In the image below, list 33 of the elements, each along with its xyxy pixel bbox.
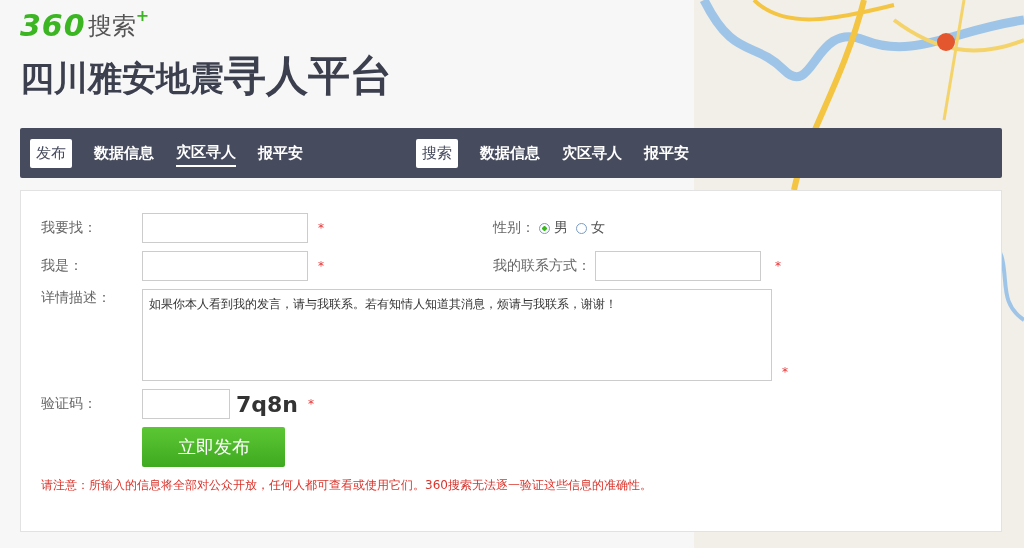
field-label: 我是： (41, 257, 84, 275)
required-mark: * (318, 221, 324, 235)
logo-brand: 360 (20, 8, 86, 44)
nav-link[interactable]: 灾区寻人 (176, 139, 236, 167)
nav-heading: 搜索 (416, 138, 458, 168)
page-title: 四川雅安地震寻人平台 (20, 52, 393, 102)
captcha-field[interactable] (142, 389, 230, 419)
notice-text: 请注意：所输入的信息将全部对公众开放，任何人都可查看或使用它们。360搜索无法逐一验证这些信息的准确性。 (41, 477, 653, 494)
nav-link[interactable]: 报平安 (644, 140, 689, 166)
radio-label: 男 (554, 219, 568, 237)
field-label: 验证码： (41, 395, 98, 413)
captcha-code: 7q8n (236, 391, 299, 417)
nav-link[interactable]: 数据信息 (480, 140, 540, 166)
input-field[interactable] (142, 251, 308, 281)
field-label: 详情描述： (41, 289, 112, 307)
nav-link[interactable]: 报平安 (258, 140, 303, 166)
nav-link[interactable]: 灾区寻人 (562, 140, 622, 166)
radio-label: 女 (591, 219, 605, 237)
details-field[interactable]: 如果你本人看到我的发言，请与我联系。若有知情人知道其消息，烦请与我联系，谢谢！ (142, 289, 772, 381)
logo-name: 搜索 (87, 11, 136, 42)
logo-plus: + (135, 8, 150, 24)
field-label: 我的联系方式： (493, 257, 591, 275)
required-mark: * (782, 365, 788, 379)
field-label: 我要找： (41, 219, 98, 237)
input-field[interactable] (595, 251, 761, 281)
nav-link[interactable]: 数据信息 (94, 140, 154, 166)
field-label: 性别： (493, 219, 535, 237)
required-mark: * (775, 259, 781, 273)
radio-button[interactable] (539, 222, 550, 234)
nav-heading: 发布 (30, 138, 72, 168)
required-mark: * (318, 259, 324, 273)
required-mark: * (308, 397, 315, 411)
input-field[interactable] (142, 213, 308, 243)
